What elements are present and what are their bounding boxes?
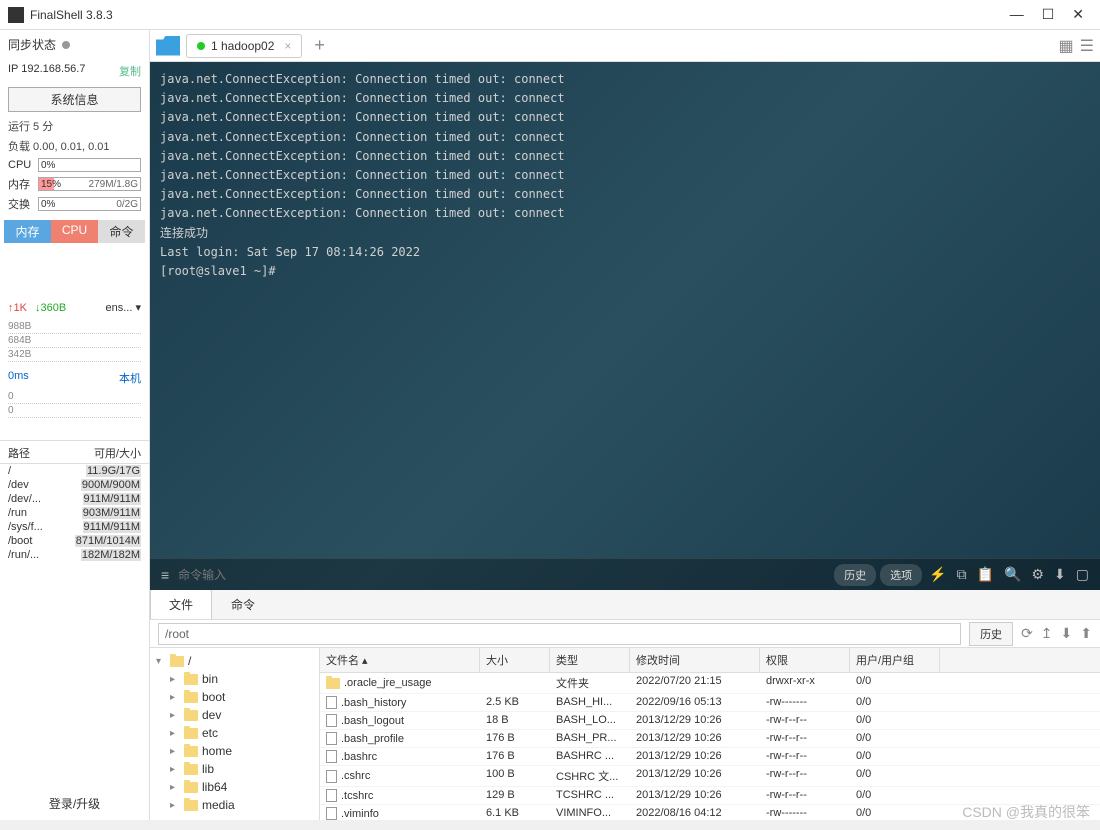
network-stats: ↑1K ↓360B ens... ▾	[0, 297, 149, 318]
file-row[interactable]: .bashrc176 BBASHRC ...2013/12/29 10:26-r…	[320, 748, 1100, 766]
file-row[interactable]: .bash_logout18 BBASH_LO...2013/12/29 10:…	[320, 712, 1100, 730]
fullscreen-icon[interactable]: ▢	[1073, 566, 1092, 583]
interface-dropdown[interactable]: ens... ▾	[106, 301, 141, 314]
terminal-output[interactable]: java.net.ConnectException: Connection ti…	[150, 62, 1100, 558]
search-icon[interactable]: 🔍	[1001, 566, 1024, 583]
status-dot-icon	[197, 42, 205, 50]
ip-label: IP 192.168.56.7	[8, 63, 85, 79]
bolt-icon[interactable]: ⚡	[926, 566, 949, 583]
maximize-button[interactable]: ☐	[1042, 6, 1055, 23]
close-button[interactable]: ✕	[1072, 6, 1084, 23]
tree-item[interactable]: ▸lib	[152, 760, 317, 778]
tree-item[interactable]: ▸home	[152, 742, 317, 760]
window-title: FinalShell 3.8.3	[30, 8, 1010, 22]
disk-row[interactable]: /dev900M/900M	[0, 478, 149, 492]
disk-row[interactable]: /boot871M/1014M	[0, 534, 149, 548]
tab-commands[interactable]: 命令	[212, 589, 274, 619]
add-tab-button[interactable]: +	[308, 35, 331, 56]
swap-meter: 交换 0%0/2G	[0, 194, 149, 214]
history-button[interactable]: 历史	[834, 564, 876, 586]
command-bar: ≡ 历史 选项 ⚡ ⧉ 📋 🔍 ⚙ ⬇ ▢	[150, 558, 1100, 590]
sync-status: 同步状态	[0, 30, 149, 59]
open-folder-icon[interactable]	[156, 36, 180, 56]
tab-memory[interactable]: 内存	[4, 220, 51, 243]
path-input[interactable]: /root	[158, 623, 961, 645]
tree-item[interactable]: ▸boot	[152, 688, 317, 706]
file-row[interactable]: .oracle_jre_usage文件夹2022/07/20 21:15drwx…	[320, 673, 1100, 694]
ping-stats: 0ms 本机	[0, 368, 149, 388]
copy-ip-button[interactable]: 复制	[119, 63, 141, 79]
ping-graph: 0 0	[8, 390, 141, 418]
tree-item[interactable]: ▸etc	[152, 724, 317, 742]
disk-row[interactable]: /11.9G/17G	[0, 464, 149, 478]
command-input[interactable]	[178, 568, 828, 582]
file-list-header[interactable]: 文件名 ▴ 大小 类型 修改时间 权限 用户/用户组	[320, 648, 1100, 673]
tab-command[interactable]: 命令	[98, 220, 145, 243]
ping-host-dropdown[interactable]: 本机	[119, 370, 141, 386]
copy-icon[interactable]: ⧉	[954, 566, 970, 583]
sidebar: 同步状态 IP 192.168.56.7 复制 系统信息 运行 5 分 负载 0…	[0, 30, 150, 820]
disk-header: 路径可用/大小	[0, 440, 149, 464]
download-icon[interactable]: ⬇	[1051, 566, 1069, 583]
app-icon	[8, 7, 24, 23]
tree-item[interactable]: ▸dev	[152, 706, 317, 724]
grid-view-icon[interactable]: ▦	[1059, 36, 1074, 56]
file-row[interactable]: .bash_profile176 BBASH_PR...2013/12/29 1…	[320, 730, 1100, 748]
load-label: 负载 0.00, 0.01, 0.01	[0, 136, 149, 156]
options-button[interactable]: 选项	[880, 564, 922, 586]
minimize-button[interactable]: —	[1010, 6, 1024, 23]
disk-row[interactable]: /run903M/911M	[0, 506, 149, 520]
login-upgrade-link[interactable]: 登录/升级	[0, 787, 149, 820]
list-view-icon[interactable]: ☰	[1080, 36, 1094, 56]
file-list: 文件名 ▴ 大小 类型 修改时间 权限 用户/用户组 .oracle_jre_u…	[320, 648, 1100, 820]
disk-row[interactable]: /run/...182M/182M	[0, 548, 149, 562]
file-row[interactable]: .cshrc100 BCSHRC 文...2013/12/29 10:26-rw…	[320, 766, 1100, 787]
download-file-icon[interactable]: ⬇	[1061, 625, 1073, 642]
uptime-label: 运行 5 分	[0, 116, 149, 136]
cpu-meter: CPU 0%	[0, 156, 149, 174]
menu-icon[interactable]: ≡	[158, 567, 172, 583]
session-tab[interactable]: 1 hadoop02 ×	[186, 34, 302, 58]
refresh-icon[interactable]: ⟳	[1021, 625, 1033, 642]
session-tab-bar: 1 hadoop02 × + ▦ ☰	[150, 30, 1100, 62]
title-bar: FinalShell 3.8.3 — ☐ ✕	[0, 0, 1100, 30]
tree-item[interactable]: ▸bin	[152, 670, 317, 688]
close-tab-icon[interactable]: ×	[284, 39, 291, 53]
tab-files[interactable]: 文件	[150, 589, 212, 619]
tree-item[interactable]: ▸lib64	[152, 778, 317, 796]
file-row[interactable]: .tcshrc129 BTCSHRC ...2013/12/29 10:26-r…	[320, 787, 1100, 805]
network-graph: 988B 684B 342B	[8, 320, 141, 362]
tree-root[interactable]: ▾/	[152, 652, 317, 670]
memory-meter: 内存 15%279M/1.8G	[0, 174, 149, 194]
disk-row[interactable]: /sys/f...911M/911M	[0, 520, 149, 534]
directory-tree: ▾/ ▸bin▸boot▸dev▸etc▸home▸lib▸lib64▸medi…	[150, 648, 320, 820]
path-history-button[interactable]: 历史	[969, 622, 1013, 646]
file-row[interactable]: .bash_history2.5 KBBASH_HI...2022/09/16 …	[320, 694, 1100, 712]
tree-item[interactable]: ▸media	[152, 796, 317, 814]
tab-cpu[interactable]: CPU	[51, 220, 98, 243]
disk-row[interactable]: /dev/...911M/911M	[0, 492, 149, 506]
upload-file-icon[interactable]: ⬆	[1080, 625, 1092, 642]
file-row[interactable]: .viminfo6.1 KBVIMINFO...2022/08/16 04:12…	[320, 805, 1100, 820]
up-icon[interactable]: ↥	[1041, 625, 1053, 642]
system-info-button[interactable]: 系统信息	[8, 87, 141, 112]
paste-icon[interactable]: 📋	[974, 566, 997, 583]
gear-icon[interactable]: ⚙	[1028, 566, 1047, 583]
